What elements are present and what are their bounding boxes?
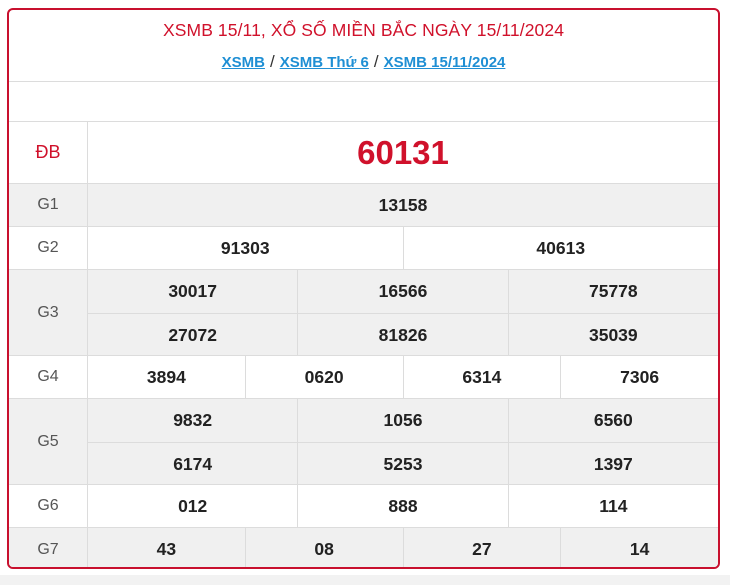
breadcrumb: XSMB / XSMB Thứ 6/XSMB 15/11/2024 [9,52,718,72]
prize-row-g5: G5 9832 1056 6560 6174 5253 1397 [9,399,718,485]
prize-label-g7: G7 [9,528,88,567]
breadcrumb-xsmb-link[interactable]: XSMB [222,54,265,71]
breadcrumb-separator: / [269,52,275,71]
prize-row-g3: G3 30017 16566 75778 27072 81826 35039 [9,270,718,356]
prize-number: 35039 [507,314,718,356]
prize-label-g4: G4 [9,356,88,398]
prize-label-g3: G3 [9,270,88,355]
prize-label-g5: G5 [9,399,88,484]
prize-row-g7: G7 43 08 27 14 [9,528,718,567]
prize-number: 5253 [297,443,507,485]
prize-number: 9832 [173,410,213,430]
prize-label-db: ĐB [9,122,88,183]
prize-number: 6560 [507,399,718,442]
prize-number: 08 [244,528,403,567]
prize-row-g2: G2 91303 40613 [9,227,718,270]
prize-number: 14 [560,528,718,567]
prize-label-g1: G1 [9,184,88,226]
prize-row-g4: G4 3894 0620 6314 7306 [9,356,718,399]
breadcrumb-xsmb-thu6-link[interactable]: XSMB Thứ 6 [280,54,369,71]
prize-row-g1: G1 13158 [9,184,718,227]
prize-number: 75778 [507,270,718,313]
prize-number: 1056 [297,399,507,442]
prize-number: 27072 [168,324,217,345]
spacer-row [9,82,718,122]
prize-number: 81826 [297,314,507,356]
prize-number: 1397 [507,443,718,485]
page-bottom-strip [0,575,730,585]
prize-label-g2: G2 [9,227,88,269]
breadcrumb-xsmb-date-link[interactable]: XSMB 15/11/2024 [384,54,506,71]
prize-number: 0620 [244,356,403,398]
prize-number: 16566 [297,270,507,313]
prize-number: 40613 [402,227,719,269]
lottery-result-card: XSMB 15/11, XỔ SỐ MIỀN BẮC NGÀY 15/11/20… [7,8,720,569]
prize-number: 91303 [220,237,270,258]
special-prize-number: 60131 [357,133,449,171]
prize-number: 13158 [378,194,428,215]
prize-number: 012 [178,495,208,516]
prize-number: 30017 [168,281,217,301]
prize-number: 43 [156,539,177,559]
prize-number: 7306 [560,356,718,398]
prize-number: 3894 [146,366,186,387]
prize-number: 114 [507,485,718,527]
prize-row-db: ĐB 60131 [9,122,718,184]
prize-number: 6174 [173,453,213,474]
prize-row-g6: G6 012 888 114 [9,485,718,528]
result-header: XSMB 15/11, XỔ SỐ MIỀN BẮC NGÀY 15/11/20… [9,10,718,82]
prize-number: 6314 [402,356,561,398]
page-title: XSMB 15/11, XỔ SỐ MIỀN BẮC NGÀY 15/11/20… [162,20,565,40]
prize-label-g6: G6 [9,485,88,527]
breadcrumb-separator: / [373,52,379,71]
prize-number: 27 [402,528,561,567]
prize-number: 888 [297,485,507,527]
